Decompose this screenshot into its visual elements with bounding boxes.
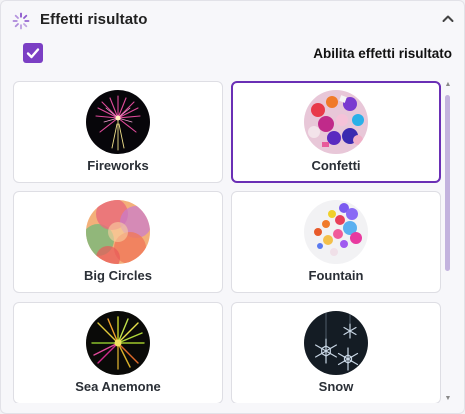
fountain-thumbnail [304,200,368,264]
big-circles-thumbnail [86,200,150,264]
loading-spinner-icon [12,12,30,30]
effect-label: Confetti [311,158,361,173]
effect-card-fountain[interactable]: Fountain [231,191,441,293]
panel-header[interactable]: Effetti risultato [1,1,464,39]
enable-effects-label[interactable]: Abilita effetti risultato [313,46,452,61]
effects-scroll-area[interactable]: Fireworks Confetti Big Circles Fountain … [13,81,443,403]
result-effects-panel: Effetti risultato Abilita effetti risult… [0,0,465,414]
checkmark-icon [26,48,40,59]
fireworks-thumbnail [86,90,150,154]
scroll-up-arrow-icon[interactable]: ▲ [443,81,453,89]
confetti-thumbnail [304,90,368,154]
enable-effects-checkbox[interactable] [23,43,43,63]
effect-card-big-circles[interactable]: Big Circles [13,191,223,293]
scroll-down-arrow-icon[interactable]: ▼ [443,395,453,403]
effect-label: Snow [318,379,354,394]
panel-title: Effetti risultato [40,11,148,28]
effect-label: Fireworks [87,158,149,173]
effects-scrollbar[interactable]: ▲ ▼ [443,81,453,403]
sea-anemone-thumbnail [86,311,150,375]
scrollbar-track[interactable] [445,91,450,393]
effect-card-snow[interactable]: Snow [231,302,441,403]
effect-label: Big Circles [84,268,152,283]
chevron-up-icon[interactable] [440,11,456,27]
enable-effects-row: Abilita effetti risultato [1,41,464,67]
snow-thumbnail [304,311,368,375]
effect-card-confetti[interactable]: Confetti [231,81,441,183]
effect-card-sea-anemone[interactable]: Sea Anemone [13,302,223,403]
effect-label: Sea Anemone [75,379,161,394]
effect-label: Fountain [308,268,364,283]
effect-card-fireworks[interactable]: Fireworks [13,81,223,183]
scrollbar-thumb[interactable] [445,95,450,271]
